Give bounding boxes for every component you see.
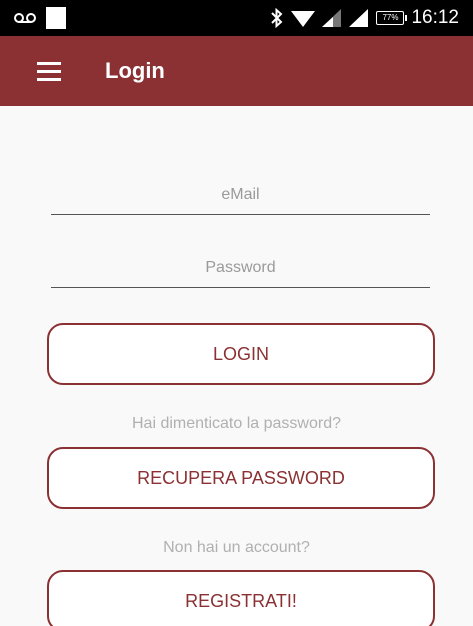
forgot-password-text: Hai dimenticato la password? (132, 415, 341, 432)
no-account-text: Non hai un account? (163, 539, 310, 556)
login-button[interactable]: LOGIN (47, 323, 435, 385)
page-title: Login (105, 58, 165, 83)
signal-icon (322, 9, 342, 27)
status-bar-right: 77% 16:12 (270, 5, 459, 31)
signal-2-icon (349, 9, 369, 27)
app-bar: Login (0, 36, 473, 106)
register-button[interactable]: REGISTRATI! (47, 570, 435, 626)
notification-square-icon (46, 7, 66, 29)
hamburger-menu-icon[interactable] (37, 62, 61, 81)
email-field[interactable] (51, 176, 430, 215)
recover-password-button[interactable]: RECUPERA PASSWORD (47, 447, 435, 509)
bluetooth-icon (271, 8, 283, 28)
battery-icon: 77% (376, 11, 408, 25)
status-bar-left (14, 6, 66, 30)
status-bar: 77% 16:12 (0, 0, 473, 36)
voicemail-icon (14, 13, 36, 23)
wifi-icon (291, 11, 316, 27)
status-time: 16:12 (411, 7, 459, 28)
password-field[interactable] (51, 249, 430, 288)
login-screen: 77% 16:12 Login LOGIN Hai dimenticato la… (0, 0, 473, 626)
